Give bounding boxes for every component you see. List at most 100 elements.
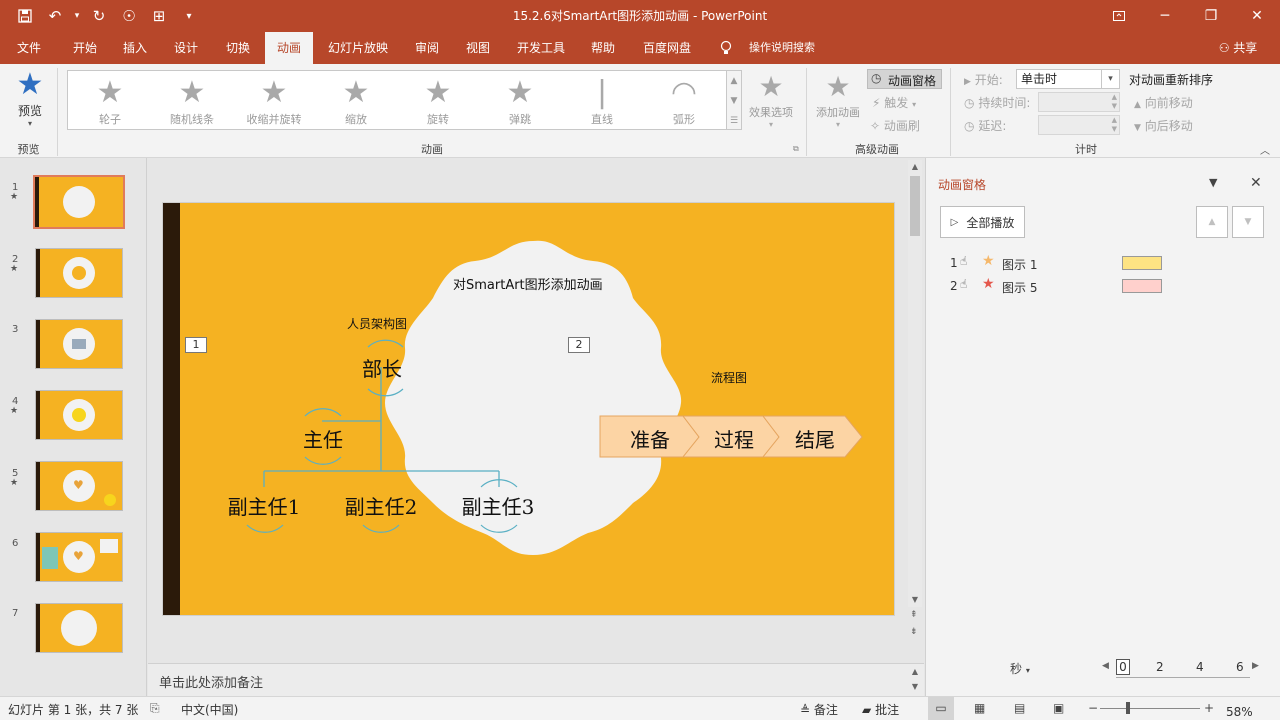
org-node-manager[interactable]: 主任	[293, 424, 353, 453]
animation-spin[interactable]: ★ 旋转	[398, 71, 478, 131]
slideshow-view-icon[interactable]: ▣	[1053, 701, 1064, 715]
animation-random-bars[interactable]: ★ 随机线条	[152, 71, 232, 131]
notes-scroll-up-icon[interactable]: ▲	[912, 667, 918, 676]
tab-help[interactable]: 帮助	[582, 32, 624, 64]
close-icon[interactable]: ✕	[1234, 0, 1280, 32]
timeline-right-icon[interactable]: ▶	[1252, 661, 1259, 671]
org-node-deputy-1[interactable]: 副主任1	[219, 491, 309, 520]
zoom-slider[interactable]	[1100, 702, 1200, 714]
slide-sorter-icon[interactable]: ▦	[974, 701, 985, 715]
org-chart-title[interactable]: 人员架构图	[347, 315, 407, 332]
slide-thumbnail-1[interactable]	[33, 175, 125, 229]
flow-chart-title[interactable]: 流程图	[711, 369, 747, 386]
play-all-button[interactable]: ▷ 全部播放	[940, 206, 1025, 238]
redo-icon[interactable]: ↻	[84, 0, 114, 32]
tab-review[interactable]: 审阅	[406, 32, 448, 64]
tab-baidu[interactable]: 百度网盘	[636, 32, 698, 64]
scroll-down-icon[interactable]: ▼	[908, 593, 922, 607]
org-node-boss[interactable]: 部长	[355, 353, 409, 382]
undo-icon[interactable]: ↶	[40, 0, 70, 32]
tab-view[interactable]: 视图	[457, 32, 499, 64]
animation-zoom[interactable]: ★ 缩放	[316, 71, 396, 131]
gallery-up-icon[interactable]: ▲	[727, 71, 741, 91]
move-later-button[interactable]: ▼ 向后移动	[1134, 117, 1193, 134]
slide-title[interactable]: 对SmartArt图形添加动画	[453, 274, 603, 293]
tab-transitions[interactable]: 切换	[217, 32, 259, 64]
slide-thumbnail-7[interactable]	[35, 603, 123, 653]
add-animation-button[interactable]: ★ 添加动画 ▾	[812, 70, 864, 136]
slide-thumbnail-5[interactable]: ♥	[35, 461, 123, 511]
screenshot-icon[interactable]: ⊞	[144, 0, 174, 32]
zoom-in-icon[interactable]: +	[1204, 701, 1214, 715]
comments-button[interactable]: ▰ 批注	[862, 701, 899, 718]
animation-shrink-turn[interactable]: ★ 收缩并旋转	[234, 71, 314, 131]
flow-step-2[interactable]: 过程	[699, 424, 769, 453]
tell-me-search[interactable]: 操作说明搜索	[742, 32, 822, 64]
slide-vertical-scrollbar[interactable]: ▲ ▼	[908, 160, 922, 607]
notes-placeholder[interactable]: 单击此处添加备注	[159, 672, 263, 691]
collapse-ribbon-icon[interactable]: ︿	[1260, 142, 1270, 157]
effect-options-button[interactable]: ★ 效果选项 ▾	[745, 70, 797, 136]
customize-toolbar-icon[interactable]: ▾	[174, 0, 204, 32]
gallery-more-icon[interactable]: ☰	[727, 111, 741, 131]
chevron-down-icon[interactable]: ▾	[70, 0, 84, 32]
tab-insert[interactable]: 插入	[114, 32, 156, 64]
org-node-deputy-3[interactable]: 副主任3	[453, 491, 543, 520]
dialog-launcher-icon[interactable]: ⧉	[793, 144, 799, 154]
ribbon-display-icon[interactable]	[1096, 0, 1142, 32]
scroll-up-icon[interactable]: ▲	[908, 160, 922, 174]
animation-list-item[interactable]: 2 ☝ ★ 图示 5	[936, 276, 1266, 297]
move-down-button[interactable]: ▼	[1232, 206, 1264, 238]
animation-wheel[interactable]: ★ 轮子	[70, 71, 150, 131]
animation-arc[interactable]: ◠ 弧形	[644, 71, 724, 131]
slide-thumbnail-3[interactable]	[35, 319, 123, 369]
share-button[interactable]: ⚇ 共享	[1208, 32, 1268, 64]
preview-button[interactable]: ★ 预览 ▾	[10, 68, 50, 138]
tab-file[interactable]: 文件	[8, 32, 50, 64]
language[interactable]: 中文(中国)	[181, 701, 238, 718]
tab-slideshow[interactable]: 幻灯片放映	[322, 32, 394, 64]
slide-thumbnail-6[interactable]: ♥	[35, 532, 123, 582]
tab-developer[interactable]: 开发工具	[510, 32, 572, 64]
timeline-left-icon[interactable]: ◀	[1102, 661, 1109, 671]
org-node-deputy-2[interactable]: 副主任2	[336, 491, 426, 520]
slide-thumbnail-2[interactable]	[35, 248, 123, 298]
tab-animations[interactable]: 动画	[265, 32, 313, 64]
animation-bounce[interactable]: ★ 弹跳	[480, 71, 560, 131]
tab-design[interactable]: 设计	[165, 32, 207, 64]
touch-mode-icon[interactable]: ☉	[114, 0, 144, 32]
notes-scroll-down-icon[interactable]: ▼	[912, 682, 918, 691]
duration-input[interactable]: ▲ ▼	[1038, 92, 1120, 112]
start-select[interactable]: 单击时 ▾	[1016, 69, 1120, 89]
minimize-icon[interactable]: ─	[1142, 0, 1188, 32]
move-earlier-button[interactable]: ▲ 向前移动	[1134, 94, 1193, 111]
notes-pane[interactable]: 单击此处添加备注 ▲ ▼	[148, 663, 924, 696]
animation-pane-button[interactable]: ◷ 动画窗格	[867, 69, 942, 89]
spellcheck-icon[interactable]: ⎘	[150, 701, 160, 716]
zoom-out-icon[interactable]: −	[1088, 701, 1098, 715]
zoom-slider-thumb[interactable]	[1126, 702, 1130, 714]
pane-options-icon[interactable]: ▼	[1209, 176, 1217, 189]
pane-close-icon[interactable]: ✕	[1250, 175, 1262, 191]
slide-thumbnail-4[interactable]	[35, 390, 123, 440]
save-icon[interactable]	[10, 0, 40, 32]
move-up-button[interactable]: ▲	[1196, 206, 1228, 238]
animation-line[interactable]: | 直线	[562, 71, 642, 131]
previous-slide-icon[interactable]: ⇞	[910, 610, 918, 620]
next-slide-icon[interactable]: ⇟	[910, 627, 918, 637]
delay-input[interactable]: ▲ ▼	[1038, 115, 1120, 135]
flow-step-1[interactable]: 准备	[615, 424, 685, 453]
trigger-button[interactable]: ⚡ 触发 ▾	[872, 94, 916, 111]
zoom-level[interactable]: 58%	[1226, 705, 1253, 719]
gallery-down-icon[interactable]: ▼	[727, 91, 741, 111]
animation-painter-button[interactable]: ✧ 动画刷	[870, 117, 920, 134]
tab-home[interactable]: 开始	[64, 32, 106, 64]
slide-canvas[interactable]: 对SmartArt图形添加动画 人员架构图 流程图 1 2 部长 主任 副主任1…	[162, 202, 895, 616]
flow-step-3[interactable]: 结尾	[780, 424, 850, 453]
normal-view-icon[interactable]: ▭	[928, 697, 954, 720]
reading-view-icon[interactable]: ▤	[1014, 701, 1025, 715]
restore-icon[interactable]: ❐	[1188, 0, 1234, 32]
seconds-dropdown[interactable]: 秒 ▾	[1010, 660, 1030, 677]
animation-list-item[interactable]: 1 ☝ ★ 图示 1	[936, 253, 1266, 274]
notes-button[interactable]: ≜ 备注	[800, 701, 838, 718]
